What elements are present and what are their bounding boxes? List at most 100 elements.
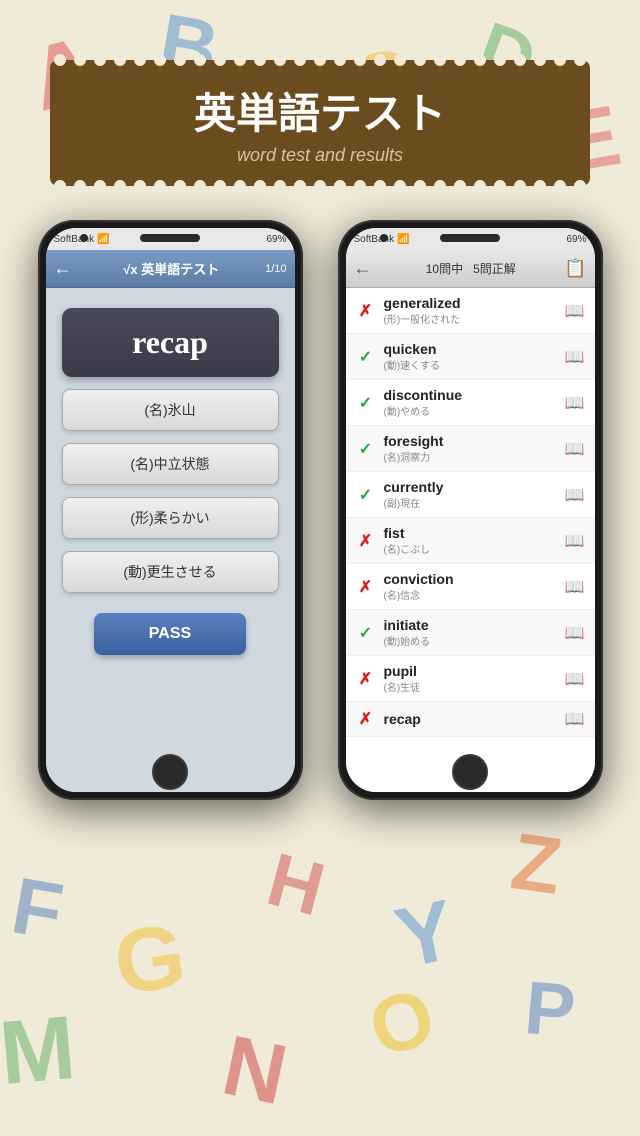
result-word: recap <box>384 711 557 727</box>
nav-bar-quiz: ← √x 英単語テスト 1/10 <box>46 250 295 288</box>
result-word: currently <box>384 479 557 495</box>
wifi-icon-2: 📶 <box>397 234 409 245</box>
result-word: pupil <box>384 663 557 679</box>
phones-container: SoftBank 📶 9:48 69% ← √x 英単語テスト 1/10 rec… <box>0 220 640 800</box>
choice-2[interactable]: (名)中立状態 <box>62 443 279 485</box>
choice-3[interactable]: (形)柔らかい <box>62 497 279 539</box>
result-item[interactable]: ✓foresight(名)洞察力📖 <box>346 426 595 472</box>
banner-subtitle: word test and results <box>80 145 560 166</box>
back-button-quiz[interactable]: ← <box>54 258 72 279</box>
result-item[interactable]: ✗ recap 📖 <box>346 702 595 737</box>
result-item[interactable]: ✓ quicken(動)速くする 📖 <box>346 334 595 380</box>
wrong-icon: ✗ <box>356 709 376 729</box>
quiz-content: recap (名)氷山 (名)中立状態 (形)柔らかい (動)更生させる PAS… <box>46 288 295 792</box>
bg-letter: Z <box>506 815 567 913</box>
phone-screen-quiz: SoftBank 📶 9:48 69% ← √x 英単語テスト 1/10 rec… <box>46 228 295 792</box>
result-meaning: (動)やめる <box>384 403 557 418</box>
result-book-icon[interactable]: 📖 <box>565 347 585 367</box>
bg-letter: G <box>108 904 192 1016</box>
quiz-word-box: recap <box>62 308 279 377</box>
book-icon[interactable]: 📋 <box>564 258 586 279</box>
banner: 英単語テスト word test and results <box>50 60 590 186</box>
phone-camera <box>80 234 88 242</box>
status-right-quiz: 69% <box>266 234 286 245</box>
quiz-word: recap <box>132 324 208 360</box>
result-book-icon[interactable]: 📖 <box>565 531 585 551</box>
result-item[interactable]: ✗ fist(名)こぶし 📖 <box>346 518 595 564</box>
pass-button[interactable]: PASS <box>94 613 246 655</box>
result-word: fist <box>384 525 557 541</box>
choice-4[interactable]: (動)更生させる <box>62 551 279 593</box>
result-meaning: (名)生徒 <box>384 679 557 694</box>
bg-letter: M <box>0 997 79 1106</box>
result-book-icon[interactable]: 📖 <box>565 301 585 321</box>
result-word: quicken <box>384 341 557 357</box>
back-button-results[interactable]: ← <box>354 258 372 279</box>
correct-count: 5問正解 <box>473 262 516 276</box>
result-text: initiate(動)始める <box>384 617 557 648</box>
result-book-icon[interactable]: 📖 <box>565 669 585 689</box>
phone-speaker-2 <box>440 234 500 242</box>
correct-icon: ✓ <box>356 623 376 643</box>
result-meaning: (名)こぶし <box>384 541 557 556</box>
wrong-icon: ✗ <box>356 301 376 321</box>
result-text: discontinue(動)やめる <box>384 387 557 418</box>
phone-home-button-2[interactable] <box>452 754 488 790</box>
result-word: initiate <box>384 617 557 633</box>
result-book-icon[interactable]: 📖 <box>565 393 585 413</box>
result-item[interactable]: ✓ currently(副)現在 📖 <box>346 472 595 518</box>
result-book-icon[interactable]: 📖 <box>565 439 585 459</box>
phone-camera-2 <box>380 234 388 242</box>
result-item[interactable]: ✗ generalized(形)一般化された 📖 <box>346 288 595 334</box>
total-questions: 10問中 <box>426 262 463 276</box>
result-text: foresight(名)洞察力 <box>384 433 557 464</box>
result-word: foresight <box>384 433 557 449</box>
result-text: recap <box>384 711 557 727</box>
battery-results: 69% <box>566 234 586 245</box>
result-text: currently(副)現在 <box>384 479 557 510</box>
carrier-quiz: SoftBank <box>54 234 95 245</box>
result-item[interactable]: ✓ initiate(動)始める 📖 <box>346 610 595 656</box>
result-book-icon[interactable]: 📖 <box>565 709 585 729</box>
correct-icon: ✓ <box>356 485 376 505</box>
result-book-icon[interactable]: 📖 <box>565 623 585 643</box>
wrong-icon: ✗ <box>356 669 376 689</box>
result-book-icon[interactable]: 📖 <box>565 485 585 505</box>
result-word: discontinue <box>384 387 557 403</box>
phone-results: SoftBank 📶 9:48 69% ← 10問中 5問正解 📋 ✗gener… <box>338 220 603 800</box>
result-meaning: (動)始める <box>384 633 557 648</box>
result-meaning: (名)洞察力 <box>384 449 557 464</box>
bg-letter: F <box>5 860 69 959</box>
nav-title-quiz: √x 英単語テスト <box>78 259 266 278</box>
carrier-results: SoftBank <box>354 234 395 245</box>
wrong-icon: ✗ <box>356 577 376 597</box>
correct-icon: ✓ <box>356 347 376 367</box>
result-meaning: (名)信念 <box>384 587 557 602</box>
wrong-icon: ✗ <box>356 531 376 551</box>
bg-letter: O <box>358 970 446 1077</box>
banner-title: 英単語テスト <box>80 80 560 141</box>
results-nav-bar: ← 10問中 5問正解 📋 <box>346 250 595 288</box>
result-item[interactable]: ✗ pupil(名)生徒 📖 <box>346 656 595 702</box>
result-meaning: (動)速くする <box>384 357 557 372</box>
results-list: ✗ generalized(形)一般化された 📖 ✓ quicken(動)速くする 📖 ✓ d… <box>346 288 595 737</box>
correct-icon: ✓ <box>356 393 376 413</box>
bg-letter: H <box>259 835 334 932</box>
result-text: generalized(形)一般化された <box>384 295 557 326</box>
result-book-icon[interactable]: 📖 <box>565 577 585 597</box>
result-item[interactable]: ✗conviction(名)信念📖 <box>346 564 595 610</box>
bg-letter: N <box>214 1017 294 1126</box>
result-item[interactable]: ✓ discontinue(動)やめる 📖 <box>346 380 595 426</box>
result-text: quicken(動)速くする <box>384 341 557 372</box>
phone-home-button[interactable] <box>152 754 188 790</box>
results-content: ✗ generalized(形)一般化された 📖 ✓ quicken(動)速くする 📖 ✓ d… <box>346 288 595 792</box>
choice-1[interactable]: (名)氷山 <box>62 389 279 431</box>
result-word: generalized <box>384 295 557 311</box>
status-right-results: 69% <box>566 234 586 245</box>
bg-letter: P <box>521 964 578 1054</box>
phone-quiz: SoftBank 📶 9:48 69% ← √x 英単語テスト 1/10 rec… <box>38 220 303 800</box>
phone-screen-results: SoftBank 📶 9:48 69% ← 10問中 5問正解 📋 ✗gener… <box>346 228 595 792</box>
results-summary: 10問中 5問正解 <box>384 260 559 277</box>
result-meaning: (副)現在 <box>384 495 557 510</box>
result-text: pupil(名)生徒 <box>384 663 557 694</box>
